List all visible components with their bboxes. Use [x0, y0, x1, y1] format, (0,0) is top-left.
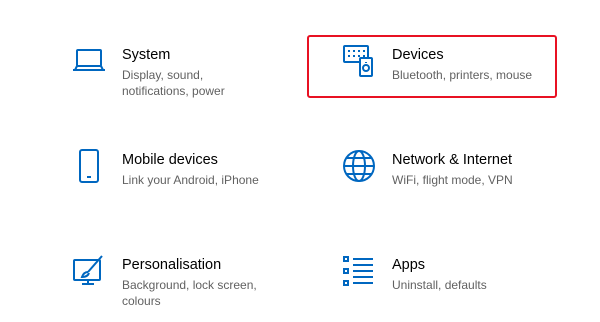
phone-icon	[72, 149, 106, 183]
tile-description: Link your Android, iPhone	[122, 173, 259, 187]
tile-personalisation[interactable]: Personalisation Background, lock screen,…	[72, 254, 282, 309]
tile-title: Apps	[392, 257, 426, 273]
tile-network-internet[interactable]: Network & Internet WiFi, flight mode, VP…	[342, 149, 572, 188]
tile-description: Bluetooth, printers, mouse	[392, 68, 533, 82]
devices-icon	[342, 44, 376, 78]
apps-icon	[342, 254, 376, 288]
tile-description: Background, lock screen, colours	[122, 278, 257, 308]
tile-title: System	[122, 47, 171, 63]
laptop-icon	[72, 44, 106, 78]
tile-mobile-devices[interactable]: Mobile devices Link your Android, iPhone	[72, 149, 282, 188]
tile-description: Uninstall, defaults	[392, 278, 487, 292]
tile-apps[interactable]: Apps Uninstall, defaults	[342, 256, 552, 293]
tile-title: Devices	[392, 47, 444, 63]
tile-system[interactable]: System Display, sound, notifications, po…	[72, 46, 282, 99]
tile-devices[interactable]: Devices Bluetooth, printers, mouse	[342, 44, 552, 83]
tile-description: Display, sound, notifications, power	[122, 68, 225, 98]
personalisation-icon	[72, 254, 106, 288]
globe-icon	[342, 149, 376, 183]
tile-title: Mobile devices	[122, 152, 218, 168]
tile-title: Personalisation	[122, 257, 222, 273]
tile-title: Network & Internet	[392, 152, 513, 168]
tile-description: WiFi, flight mode, VPN	[392, 173, 513, 187]
